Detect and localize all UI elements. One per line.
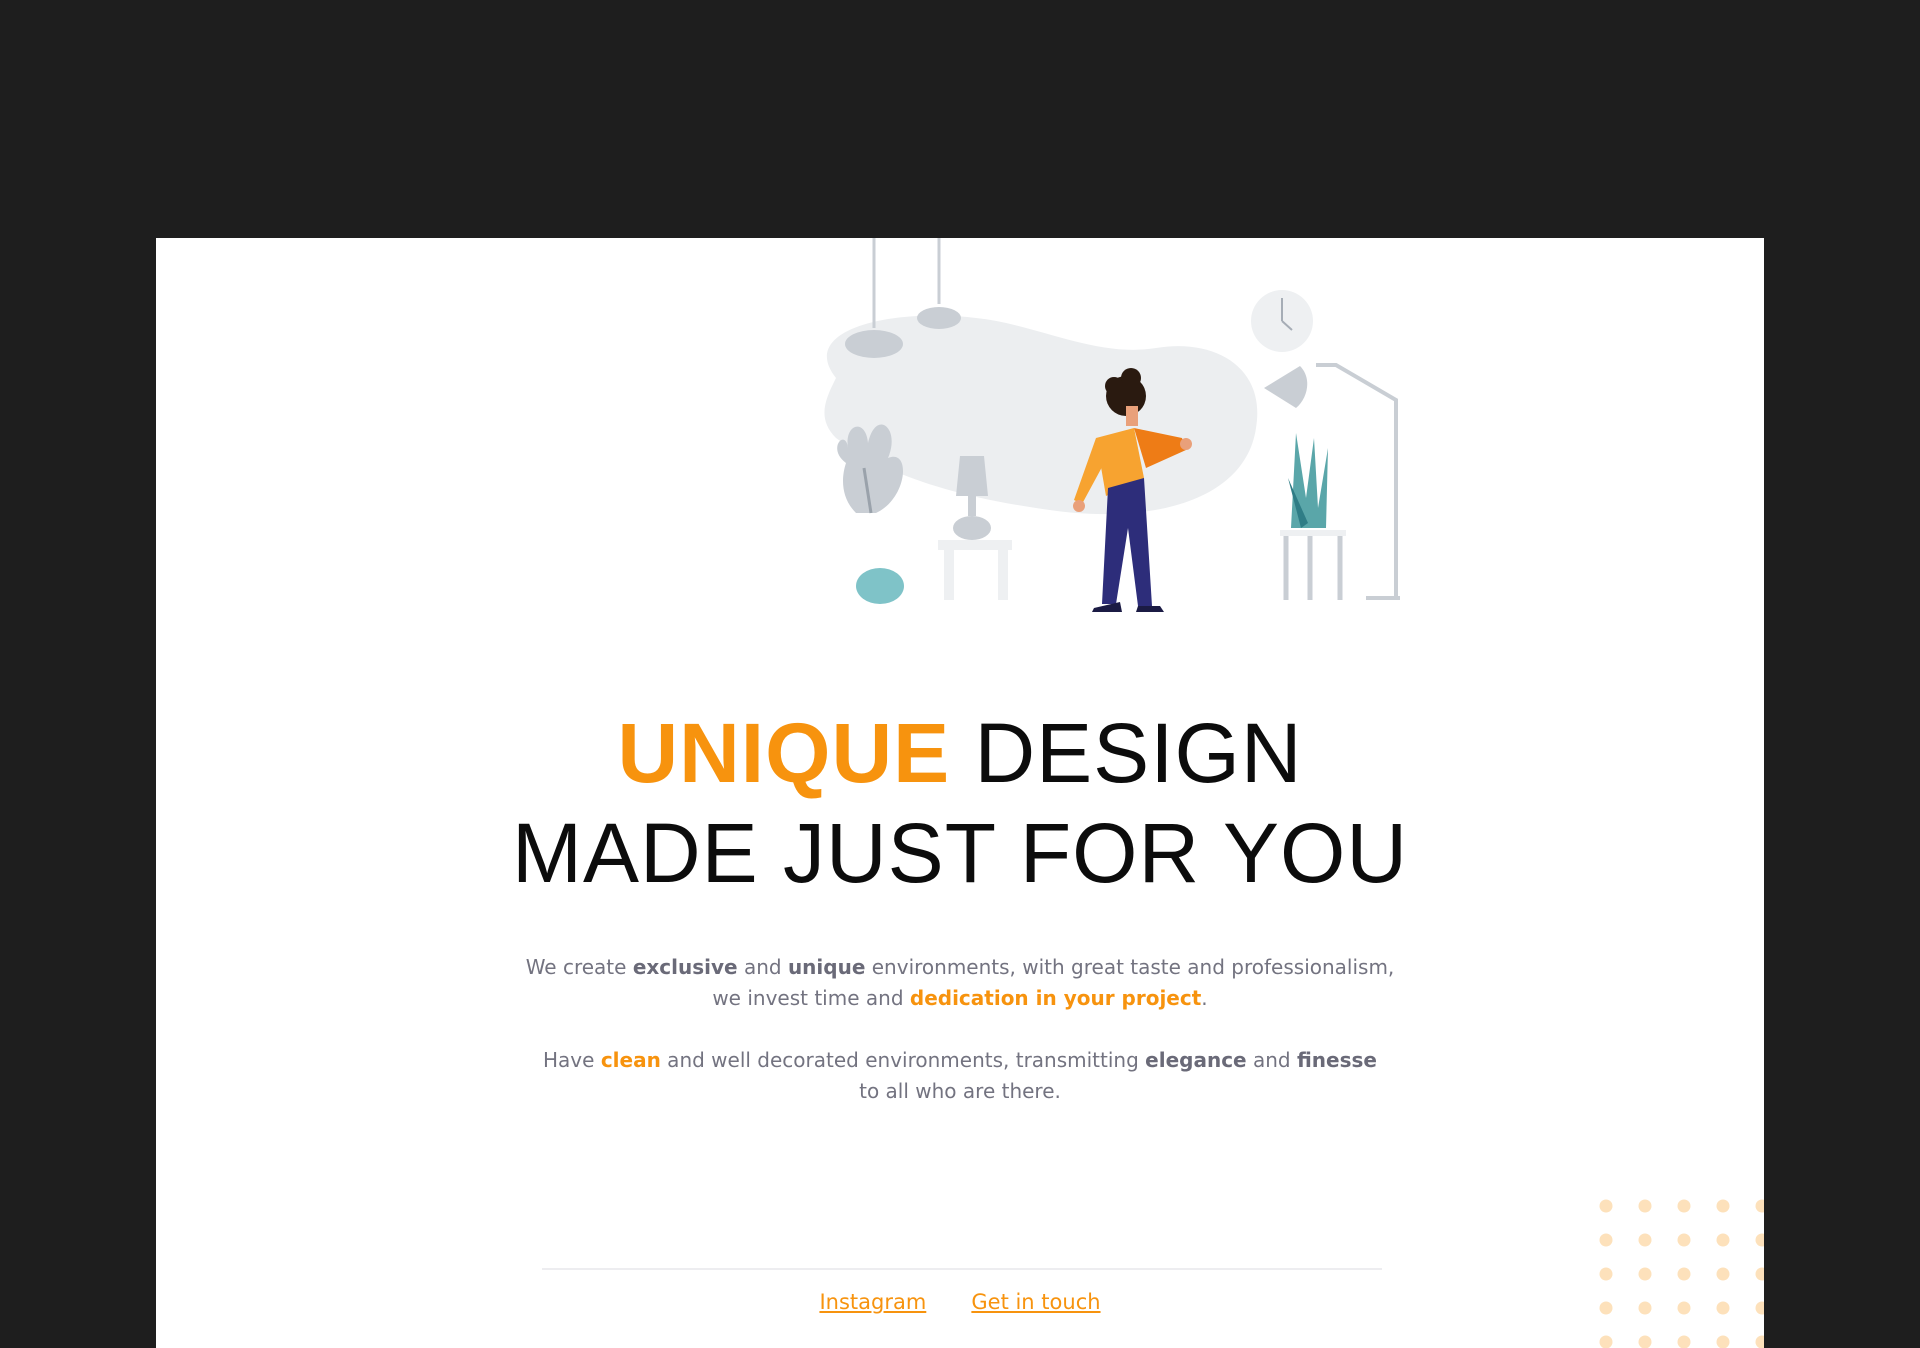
intro-highlight: dedication in your project (909, 986, 1202, 1010)
decorative-dot-pattern (1599, 1199, 1764, 1348)
intro-text: . (1201, 986, 1208, 1010)
intro-highlight: clean (600, 1048, 661, 1072)
plant-icon (1280, 433, 1346, 600)
decorative-dot (1716, 1199, 1730, 1213)
decorative-dot (1599, 1335, 1613, 1348)
clock-icon (1251, 290, 1313, 352)
decorative-dot (1716, 1267, 1730, 1281)
hero-illustration (824, 238, 1400, 612)
intro-bold-exclusive: exclusive (632, 955, 738, 979)
decorative-dot (1755, 1335, 1764, 1348)
headline-rest: DESIGN (950, 706, 1303, 800)
decorative-dot (1716, 1335, 1730, 1348)
intro-text: and (737, 955, 788, 979)
decorative-dot (1677, 1267, 1691, 1281)
decorative-dot (1755, 1267, 1764, 1281)
decorative-dot (1677, 1199, 1691, 1213)
get-in-touch-link[interactable]: Get in touch (971, 1290, 1100, 1314)
intro-text: we invest time and (712, 986, 910, 1010)
decorative-dot (1638, 1233, 1652, 1247)
landing-page: UNIQUE DESIGN MADE JUST FOR YOU We create… (156, 238, 1764, 1348)
decorative-dot (1755, 1233, 1764, 1247)
decorative-dot (1638, 1335, 1652, 1348)
decorative-dot (1599, 1267, 1613, 1281)
intro-bold-finesse: finesse (1296, 1048, 1377, 1072)
intro-text: environments, with great taste and profe… (865, 955, 1395, 979)
decorative-dot (1677, 1233, 1691, 1247)
instagram-link[interactable]: Instagram (819, 1290, 926, 1314)
headline-accent: UNIQUE (617, 706, 951, 800)
intro-text: and (1246, 1048, 1297, 1072)
intro-bold-unique: unique (787, 955, 866, 979)
footer-divider (542, 1268, 1382, 1270)
decorative-dot (1716, 1233, 1730, 1247)
decorative-dot (1599, 1199, 1613, 1213)
floor-lamp-icon (1316, 363, 1400, 600)
intro-text: to all who are there. (859, 1079, 1061, 1103)
headline-line2: MADE JUST FOR YOU (511, 806, 1408, 900)
intro-paragraph-2: Have clean and well decorated environmen… (156, 1045, 1764, 1107)
intro-text: and well decorated environments, transmi… (660, 1048, 1146, 1072)
intro-text: We create (525, 955, 633, 979)
decorative-dot (1638, 1199, 1652, 1213)
footer-links: Instagram Get in touch (156, 1290, 1764, 1314)
decorative-dot (1638, 1267, 1652, 1281)
intro-bold-elegance: elegance (1145, 1048, 1247, 1072)
decorative-dot (1755, 1199, 1764, 1213)
intro-text: Have (543, 1048, 601, 1072)
page-headline: UNIQUE DESIGN MADE JUST FOR YOU (156, 703, 1764, 903)
decorative-dot (1599, 1233, 1613, 1247)
decorative-dot (1677, 1335, 1691, 1348)
intro-paragraph-1: We create exclusive and unique environme… (156, 952, 1764, 1014)
